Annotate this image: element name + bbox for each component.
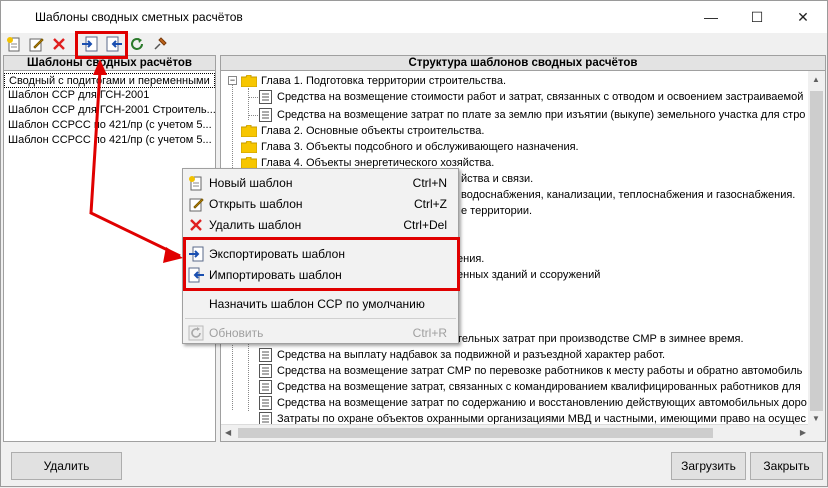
minimize-icon: — <box>704 9 718 25</box>
tree-row-chapter[interactable]: Глава 2. Основные объекты строительства. <box>240 123 485 139</box>
list-item[interactable]: Сводный с подитогами и переменными <box>4 73 215 88</box>
menu-item-label: Новый шаблон <box>209 176 293 190</box>
document-icon <box>259 396 272 410</box>
menu-item-label: Назначить шаблон ССР по умолчанию <box>209 297 425 311</box>
tree-row-label: ения. <box>457 253 485 265</box>
menu-item-shortcut: Ctrl+Del <box>403 218 447 232</box>
scroll-corner <box>808 424 825 441</box>
document-icon <box>259 90 272 104</box>
new-template-icon <box>188 175 204 191</box>
close-button[interactable]: Закрыть <box>750 452 823 480</box>
tree-row-label: Средства на возмещение стоимости работ и… <box>277 91 804 103</box>
scroll-down-icon[interactable]: ▼ <box>812 414 820 423</box>
tree-row-label: Глава 2. Основные объекты строительства. <box>261 125 485 137</box>
tree-row-chapter[interactable]: Глава 1. Подготовка территории строитель… <box>240 73 507 89</box>
title-bar: Шаблоны сводных сметных расчётов — ☐ ✕ <box>1 1 827 33</box>
menu-item-set-default[interactable]: Назначить шаблон ССР по умолчанию <box>185 293 458 314</box>
tree-row-item[interactable]: Средства на возмещение затрат по плате з… <box>259 107 805 123</box>
delete-template-button[interactable] <box>50 35 68 53</box>
scroll-left-icon[interactable]: ◀ <box>225 428 231 437</box>
folder-icon <box>240 74 258 88</box>
open-template-button[interactable] <box>27 35 45 53</box>
delete-button[interactable]: Удалить <box>11 452 122 480</box>
vertical-scrollbar[interactable]: ▲ ▼ <box>808 71 825 425</box>
menu-item-open-template[interactable]: Открыть шаблон Ctrl+Z <box>185 193 458 214</box>
menu-item-label: Обновить <box>209 326 264 340</box>
close-icon: ✕ <box>797 8 809 25</box>
tree-row-item[interactable]: Средства на возмещение затрат по содержа… <box>259 395 807 411</box>
menu-separator <box>185 318 456 319</box>
tree-row-label: Глава 3. Объекты подсобного и обслуживаю… <box>261 141 579 153</box>
close-window-button[interactable]: ✕ <box>780 1 826 33</box>
collapse-toggle[interactable]: − <box>228 76 237 85</box>
document-icon <box>259 348 272 362</box>
tree-row-chapter[interactable]: Глава 3. Объекты подсобного и обслуживаю… <box>240 139 579 155</box>
menu-item-refresh[interactable]: Обновить Ctrl+R <box>185 322 458 343</box>
open-template-icon <box>188 196 204 212</box>
menu-item-label: Удалить шаблон <box>209 218 302 232</box>
list-item[interactable]: Шаблон ССР для ГСН-2001 <box>4 88 215 103</box>
pin-button[interactable] <box>151 35 169 53</box>
tree-line <box>248 97 258 98</box>
tree-line <box>248 341 249 411</box>
tree-row-label: тельных затрат при производстве СМР в зи… <box>457 333 744 345</box>
menu-item-new-template[interactable]: Новый шаблон Ctrl+N <box>185 172 458 193</box>
tree-row-item[interactable]: Средства на выплату надбавок за подвижно… <box>259 347 665 363</box>
document-icon <box>259 380 272 394</box>
tree-row-item[interactable]: Средства на возмещение затрат, связанных… <box>259 379 801 395</box>
tree-row-chapter[interactable]: енных зданий и ссоружений <box>457 267 600 283</box>
tree-row-item[interactable]: Средства на возмещение стоимости работ и… <box>259 89 803 105</box>
tree-row-label: Средства на выплату надбавок за подвижно… <box>277 349 666 361</box>
tree-row-label: Средства на возмещение затрат по плате з… <box>277 109 806 121</box>
menu-item-shortcut: Ctrl+Z <box>414 197 447 211</box>
tree-row-label: Средства на возмещение затрат по содержа… <box>277 397 807 409</box>
list-item[interactable]: Шаблон ССРСС по 421/пр (с учетом 5... <box>4 133 215 148</box>
refresh-icon <box>188 325 204 341</box>
document-icon <box>259 108 272 122</box>
maximize-button[interactable]: ☐ <box>734 1 780 33</box>
window-title: Шаблоны сводных сметных расчётов <box>35 10 243 24</box>
menu-item-shortcut: Ctrl+R <box>412 326 447 340</box>
horizontal-scroll-thumb[interactable] <box>238 428 713 438</box>
tree-row-label: енных зданий и ссоружений <box>457 269 601 281</box>
folder-icon <box>240 124 258 138</box>
horizontal-scrollbar[interactable]: ◀ ▶ <box>221 424 810 441</box>
tree-row-label: Глава 1. Подготовка территории строитель… <box>261 75 507 87</box>
tree-row-label: водоснабжения, канализации, теплоснабжен… <box>461 189 796 201</box>
refresh-icon <box>131 38 143 50</box>
refresh-button[interactable] <box>128 35 146 53</box>
list-item[interactable]: Шаблон ССР для ГСН-2001 Строитель... <box>4 103 215 118</box>
menu-item-delete-template[interactable]: Удалить шаблон Ctrl+Del <box>185 214 458 235</box>
tree-row-item[interactable]: Средства на возмещение затрат СМР по пер… <box>259 363 802 379</box>
open-template-icon <box>29 38 44 52</box>
delete-icon <box>188 217 204 233</box>
tree-row-label: Средства на возмещение затрат, связанных… <box>277 381 801 393</box>
right-panel-header: Структура шаблонов сводных расчётов <box>220 55 826 71</box>
folder-icon <box>240 140 258 154</box>
minimize-button[interactable]: — <box>688 1 734 33</box>
scroll-right-icon[interactable]: ▶ <box>800 428 806 437</box>
pin-icon <box>154 37 167 50</box>
tree-line <box>248 115 258 116</box>
new-template-icon <box>7 37 20 52</box>
scroll-up-icon[interactable]: ▲ <box>812 75 820 84</box>
menu-item-label: Открыть шаблон <box>209 197 303 211</box>
tree-row-item[interactable]: тельных затрат при производстве СМР в зи… <box>457 331 744 347</box>
vertical-scroll-thumb[interactable] <box>810 91 823 411</box>
tree-row-chapter[interactable]: ения. <box>457 251 484 267</box>
tree-row-label: Средства на возмещение затрат СМР по пер… <box>277 365 803 377</box>
templates-window: Шаблоны сводных сметных расчётов — ☐ ✕ Ш… <box>0 0 828 487</box>
load-button[interactable]: Загрузить <box>671 452 746 480</box>
list-item[interactable]: Шаблон ССРСС по 421/пр (с учетом 5... <box>4 118 215 133</box>
tree-row-label: е территории. <box>461 205 533 217</box>
menu-item-shortcut: Ctrl+N <box>412 176 447 190</box>
tree-row-label: йства и связи. <box>461 173 534 185</box>
toolbar-highlight-box <box>75 31 128 59</box>
new-template-button[interactable] <box>5 35 23 53</box>
menu-highlight-box <box>183 237 460 291</box>
delete-icon <box>53 38 65 50</box>
document-icon <box>259 364 272 378</box>
maximize-icon: ☐ <box>750 8 764 25</box>
